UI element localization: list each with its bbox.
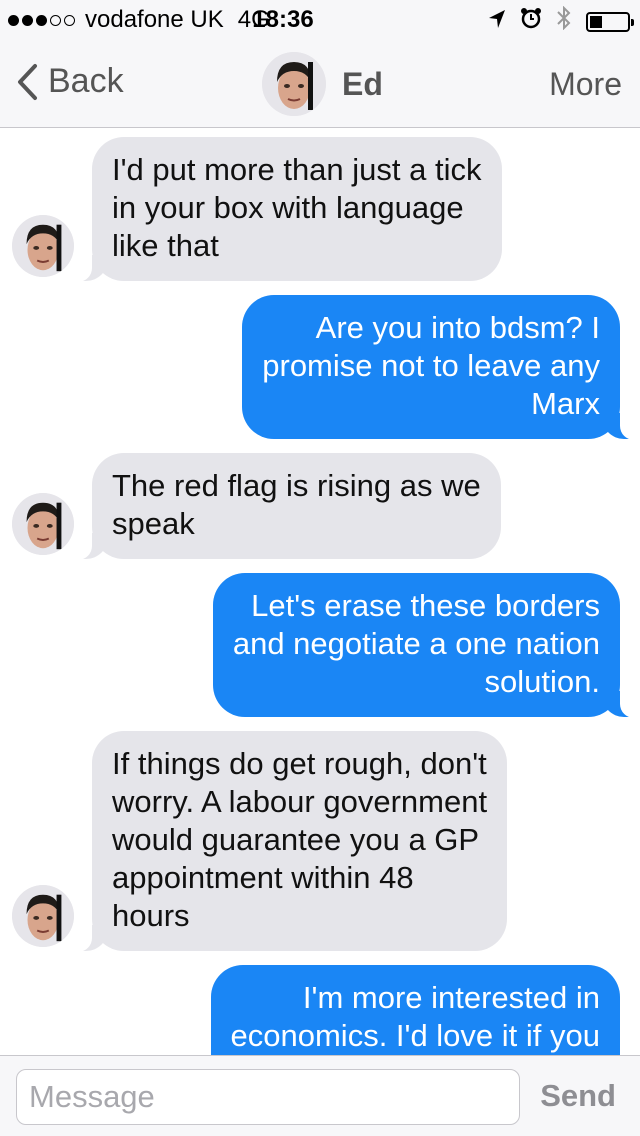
- message-text-line: worry. A labour government: [112, 784, 488, 819]
- message-text-line: promise not to leave any: [262, 348, 600, 383]
- message-text-line: like that: [112, 228, 219, 263]
- message-text-line: I'd put more than just a tick: [112, 152, 482, 187]
- message-bubble[interactable]: Are you into bdsm? Ipromise not to leave…: [242, 295, 640, 440]
- send-button[interactable]: Send: [540, 1078, 616, 1114]
- signal-dot-empty: [64, 14, 75, 26]
- alarm-clock-icon: [520, 7, 542, 36]
- message-text-line: would guarantee you a GP: [112, 822, 480, 857]
- message-text-line: in your box with language: [112, 190, 464, 225]
- message-bubble[interactable]: Let's erase these borders and negotiate a…: [212, 573, 640, 718]
- battery-icon: [586, 11, 634, 32]
- signal-dot: [8, 14, 19, 26]
- signal-dot: [22, 14, 33, 26]
- location-arrow-icon: [488, 8, 506, 36]
- signal-dot-empty: [50, 14, 61, 26]
- back-label: Back: [48, 62, 124, 100]
- outgoing-message: Are you into bdsm? Ipromise not to leave…: [0, 295, 640, 440]
- message-text-line: If things do get rough, don't: [112, 746, 487, 781]
- carrier-label: vodafone UK: [85, 6, 224, 33]
- contact-header[interactable]: Ed: [262, 52, 383, 116]
- message-bubble[interactable]: If things do get rough, don't worry. A la…: [67, 731, 508, 952]
- more-button[interactable]: More: [549, 66, 622, 103]
- message-text-line: economics. I'd love it if you: [230, 1018, 600, 1053]
- message-text-line: and negotiate a one nation: [232, 626, 600, 661]
- back-button[interactable]: Back: [16, 62, 124, 101]
- sender-avatar: [12, 215, 74, 277]
- network-type: 4G: [237, 6, 270, 33]
- message-text-line: speak: [112, 506, 195, 541]
- sender-avatar: [12, 493, 74, 555]
- message-text-line: hours: [112, 898, 190, 933]
- signal-strength-icon: [8, 14, 75, 26]
- message-bubble[interactable]: I'm more interested in economics. I'd lov…: [210, 965, 620, 1055]
- outgoing-message: I'm more interested in economics. I'd lov…: [0, 965, 640, 1055]
- signal-dot: [36, 14, 47, 26]
- status-left: vodafone UK 4G: [8, 6, 270, 34]
- message-text-line: Are you into bdsm? I: [315, 310, 600, 345]
- message-text-line: solution.: [484, 664, 600, 699]
- bluetooth-icon: [556, 5, 572, 37]
- status-right: [488, 5, 634, 37]
- status-bar: vodafone UK 4G 18:36: [0, 0, 640, 40]
- message-bubble[interactable]: The red flag is rising as we speak: [68, 453, 501, 560]
- battery-level: [590, 15, 602, 28]
- message-text-line: Marx: [531, 386, 600, 421]
- message-text-line: I'm more interested in: [302, 980, 600, 1015]
- message-thread[interactable]: I'd put more than just a tick in your box…: [0, 129, 640, 1055]
- outgoing-message: Let's erase these borders and negotiate a…: [0, 573, 640, 718]
- incoming-message: I'd put more than just a tick in your box…: [0, 137, 640, 282]
- contact-avatar: [262, 52, 326, 116]
- message-text-line: The red flag is rising as we: [112, 468, 481, 503]
- composer-bar: Send: [0, 1055, 640, 1136]
- message-text-line: Let's erase these borders: [251, 588, 600, 623]
- chevron-left-icon: [18, 63, 37, 100]
- contact-name: Ed: [342, 65, 383, 102]
- message-bubble[interactable]: I'd put more than just a tick in your box…: [68, 137, 502, 282]
- nav-bar: Back Ed More: [0, 40, 640, 128]
- message-text-line: appointment within 48: [112, 860, 414, 895]
- sender-avatar: [12, 885, 74, 947]
- message-input[interactable]: [16, 1069, 520, 1125]
- incoming-message: If things do get rough, don't worry. A la…: [0, 731, 640, 952]
- incoming-message: The red flag is rising as we speak: [0, 453, 640, 560]
